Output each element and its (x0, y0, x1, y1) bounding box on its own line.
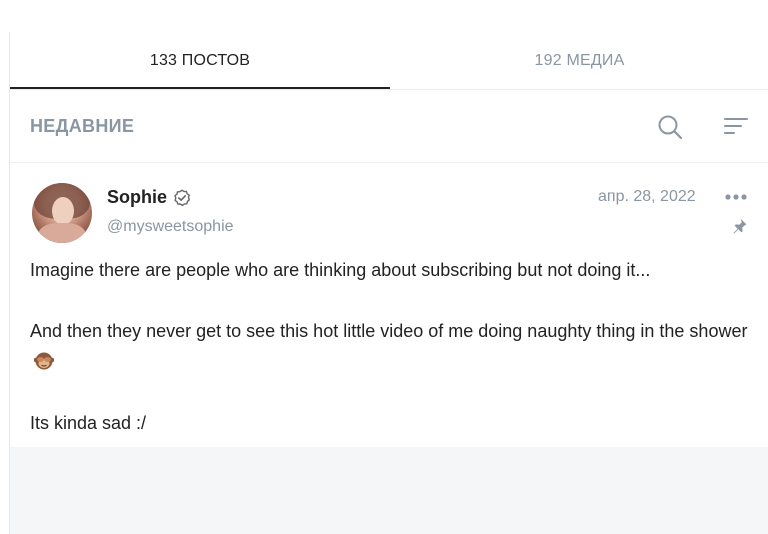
search-button[interactable] (655, 112, 685, 142)
verified-check-icon (174, 189, 191, 206)
pin-icon (733, 218, 747, 234)
author-username[interactable]: @mysweetsophie (107, 218, 234, 236)
tab-media-label: 192 МЕДИА (534, 52, 625, 69)
post-paragraph: Its kinda sad :/ (30, 413, 147, 433)
post-paragraph-text: And then they never get to see this hot … (30, 321, 748, 341)
post-card: Sophie @mysweetsophie апр. 28, 2022 Imag… (10, 163, 768, 447)
filter-bar: НЕДАВНИЕ (10, 90, 768, 163)
more-dots-icon (725, 194, 747, 200)
tab-posts-label: 133 ПОСТОВ (149, 52, 251, 69)
author-display-name[interactable]: Sophie (107, 187, 167, 208)
profile-tabs: 133 ПОСТОВ 192 МЕДИА (10, 32, 768, 90)
post-more-button[interactable] (722, 187, 750, 207)
feed-background (10, 447, 768, 534)
author-name-row: Sophie (107, 187, 191, 208)
post-body: Imagine there are people who are thinkin… (30, 255, 750, 439)
search-icon (658, 115, 683, 140)
post-date[interactable]: апр. 28, 2022 (598, 188, 696, 206)
sort-button[interactable] (721, 112, 751, 142)
tab-media[interactable]: 192 МЕДИА (390, 32, 768, 90)
active-tab-indicator (10, 87, 390, 89)
filter-label: НЕДАВНИЕ (30, 116, 135, 136)
tab-posts[interactable]: 133 ПОСТОВ (10, 32, 390, 90)
post-paragraph: And then they never get to see this hot … (30, 316, 750, 378)
see-no-evil-monkey-emoji (34, 352, 54, 370)
post-paragraph: Imagine there are people who are thinkin… (30, 260, 651, 280)
avatar[interactable] (32, 183, 92, 243)
sort-icon (724, 118, 748, 134)
profile-feed-panel: 133 ПОСТОВ 192 МЕДИА НЕДАВНИЕ Sophie @my… (9, 32, 768, 534)
